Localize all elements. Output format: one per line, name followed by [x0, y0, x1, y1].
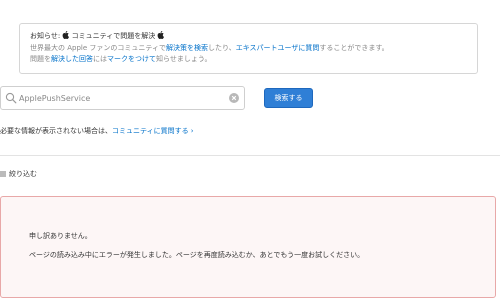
notice-line-2: 問題を解決した回答にはマークをつけて知らせましょう。 — [30, 54, 467, 66]
notice-text: には — [93, 55, 107, 63]
notice-text: 世界最大の Apple ファンのコミュニティで — [30, 43, 166, 52]
apple-icon — [158, 31, 165, 39]
notice-title-main: コミュニティで問題を解決 — [69, 32, 158, 40]
filter-label: 絞り込む — [9, 170, 37, 178]
search-box[interactable] — [0, 86, 245, 110]
mark-answer-link[interactable]: マークをつけて — [107, 55, 156, 63]
help-text: 必要な情報が表示されない場合は、 — [0, 127, 112, 135]
search-button[interactable]: 検索する — [264, 88, 313, 108]
notice-text: することができます。 — [319, 43, 389, 52]
clear-icon[interactable] — [229, 93, 239, 103]
notice-text: 問題を — [30, 55, 51, 63]
filter-button[interactable]: 絞り込む — [0, 169, 37, 179]
solved-answer-link[interactable]: 解決した回答 — [51, 55, 93, 63]
filter-icon — [0, 171, 6, 177]
error-title: 申し訳ありません。 — [29, 232, 92, 240]
community-notice: お知らせ: コミュニティで問題を解決 世界最大の Apple ファンのコミュニテ… — [19, 23, 478, 74]
search-input[interactable] — [19, 90, 224, 106]
ask-experts-link[interactable]: エキスパートユーザに質問 — [236, 44, 320, 52]
divider — [0, 155, 500, 156]
search-icon — [5, 92, 17, 104]
error-panel: 申し訳ありません。 ページの読み込み中にエラーが発生しました。ページを再度読み込… — [0, 196, 496, 298]
error-message: ページの読み込み中にエラーが発生しました。ページを再度読み込むか、あとでもう一度… — [29, 251, 365, 259]
notice-text: 知らせましょう。 — [156, 55, 212, 63]
notice-text: したり、 — [207, 43, 236, 52]
help-line: 必要な情報が表示されない場合は、コミュニティに質問する › — [0, 126, 194, 136]
ask-community-link[interactable]: コミュニティに質問する › — [112, 127, 194, 135]
search-solutions-link[interactable]: 解決策を検索 — [166, 44, 208, 52]
notice-line-1: 世界最大の Apple ファンのコミュニティで解決策を検索したり、エキスパートユ… — [30, 43, 467, 55]
notice-title-prefix: お知らせ: — [30, 32, 63, 40]
notice-title: お知らせ: コミュニティで問題を解決 — [30, 31, 467, 43]
